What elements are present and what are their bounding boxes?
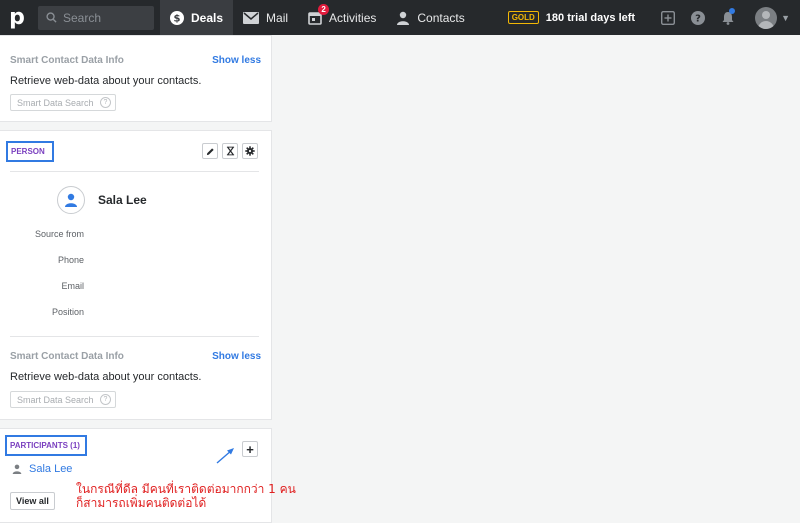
annotation-note: ในกรณีที่ดีล มีคนที่เราติดต่อมากกว่า 1 ค… bbox=[76, 482, 296, 510]
search-input[interactable] bbox=[63, 10, 143, 25]
person-avatar bbox=[57, 186, 85, 214]
add-icon bbox=[661, 10, 676, 25]
smart-data-search-field[interactable]: Smart Data Search ? bbox=[10, 391, 116, 408]
add-participant-button[interactable]: + bbox=[242, 441, 258, 457]
field-label-position: Position bbox=[51, 307, 84, 317]
smart-data-description: Retrieve web-data about your contacts. bbox=[10, 75, 202, 87]
participant-name[interactable]: Sala Lee bbox=[29, 463, 72, 475]
notification-dot bbox=[729, 8, 736, 14]
nav-mail-label: Mail bbox=[266, 10, 289, 25]
person-icon bbox=[65, 193, 77, 207]
annotation-line-2: ก็สามารถเพิ่มคนติดต่อได้ bbox=[76, 496, 207, 510]
field-label-phone: Phone bbox=[57, 255, 84, 265]
participant-item[interactable]: Sala Lee bbox=[12, 463, 72, 475]
smart-data-panel-top: Smart Contact Data Info Show less Retrie… bbox=[0, 35, 272, 122]
smart-data-search-placeholder: Smart Data Search bbox=[17, 394, 94, 405]
notifications-button[interactable] bbox=[713, 0, 743, 35]
nav-deals[interactable]: $ Deals bbox=[160, 0, 234, 35]
show-less-link[interactable]: Show less bbox=[212, 55, 261, 66]
person-panel: PERSON Sala Lee Source from Phone Email … bbox=[0, 130, 272, 420]
svg-text:?: ? bbox=[695, 13, 701, 24]
person-smart-data-header: Smart Contact Data Info Show less bbox=[0, 351, 271, 362]
show-less-link[interactable]: Show less bbox=[212, 351, 261, 362]
search-box[interactable] bbox=[38, 5, 154, 30]
pencil-icon bbox=[206, 147, 214, 155]
annotation-line-1: ในกรณีที่ดีล มีคนที่เราติดต่อมากกว่า 1 ค… bbox=[76, 482, 296, 496]
view-all-button[interactable]: View all bbox=[10, 492, 55, 510]
search-icon bbox=[46, 12, 57, 23]
person-name[interactable]: Sala Lee bbox=[98, 193, 147, 207]
annotation-arrow bbox=[216, 448, 234, 464]
quick-add-button[interactable] bbox=[653, 0, 683, 35]
nav-mail[interactable]: Mail bbox=[233, 0, 298, 35]
chevron-down-icon[interactable]: ▼ bbox=[781, 13, 790, 23]
settings-button[interactable] bbox=[242, 143, 258, 159]
smart-data-title: Smart Contact Data Info bbox=[10, 351, 124, 362]
smart-data-search-field[interactable]: Smart Data Search ? bbox=[10, 94, 116, 111]
field-label-email: Email bbox=[61, 281, 84, 291]
smart-data-title: Smart Contact Data Info bbox=[10, 55, 124, 66]
activities-count-badge: 2 bbox=[318, 4, 330, 15]
help-icon[interactable]: ? bbox=[100, 394, 111, 405]
nav-activities-label: Activities bbox=[329, 10, 377, 25]
participants-section-label: PARTICIPANTS (1) bbox=[5, 435, 87, 456]
divider bbox=[10, 336, 259, 337]
smart-data-header: Smart Contact Data Info Show less bbox=[0, 55, 271, 66]
top-navigation-bar: p $ Deals Mail 2 Activities Contacts GOL… bbox=[0, 0, 800, 35]
help-icon: ? bbox=[691, 10, 706, 25]
topbar-right: GOLD 180 trial days left ? ▼ bbox=[507, 0, 800, 35]
nav-deals-label: Deals bbox=[191, 10, 224, 25]
help-icon[interactable]: ? bbox=[100, 97, 111, 108]
main-nav: $ Deals Mail 2 Activities Contacts bbox=[160, 0, 475, 35]
dollar-icon: $ bbox=[170, 10, 184, 25]
svg-text:$: $ bbox=[174, 13, 181, 24]
smart-data-search-placeholder: Smart Data Search bbox=[17, 97, 94, 108]
nav-activities[interactable]: 2 Activities bbox=[298, 0, 386, 35]
help-button[interactable]: ? bbox=[683, 0, 713, 35]
pipedrive-logo[interactable]: p bbox=[0, 0, 34, 35]
user-avatar[interactable] bbox=[755, 6, 778, 29]
nav-contacts-label: Contacts bbox=[417, 10, 465, 25]
gear-icon bbox=[245, 146, 255, 156]
trial-days-text[interactable]: 180 trial days left bbox=[546, 12, 635, 24]
unlink-icon bbox=[226, 146, 234, 156]
nav-contacts[interactable]: Contacts bbox=[386, 0, 474, 35]
plan-badge: GOLD bbox=[507, 11, 539, 24]
person-icon bbox=[397, 11, 410, 25]
edit-button[interactable] bbox=[202, 143, 218, 159]
field-label-source: Source from bbox=[34, 229, 84, 239]
person-section-label: PERSON bbox=[6, 141, 54, 162]
mail-icon bbox=[243, 11, 260, 24]
divider bbox=[10, 171, 259, 172]
person-icon bbox=[12, 464, 22, 474]
unlink-button[interactable] bbox=[222, 143, 238, 159]
smart-data-description: Retrieve web-data about your contacts. bbox=[10, 371, 202, 383]
